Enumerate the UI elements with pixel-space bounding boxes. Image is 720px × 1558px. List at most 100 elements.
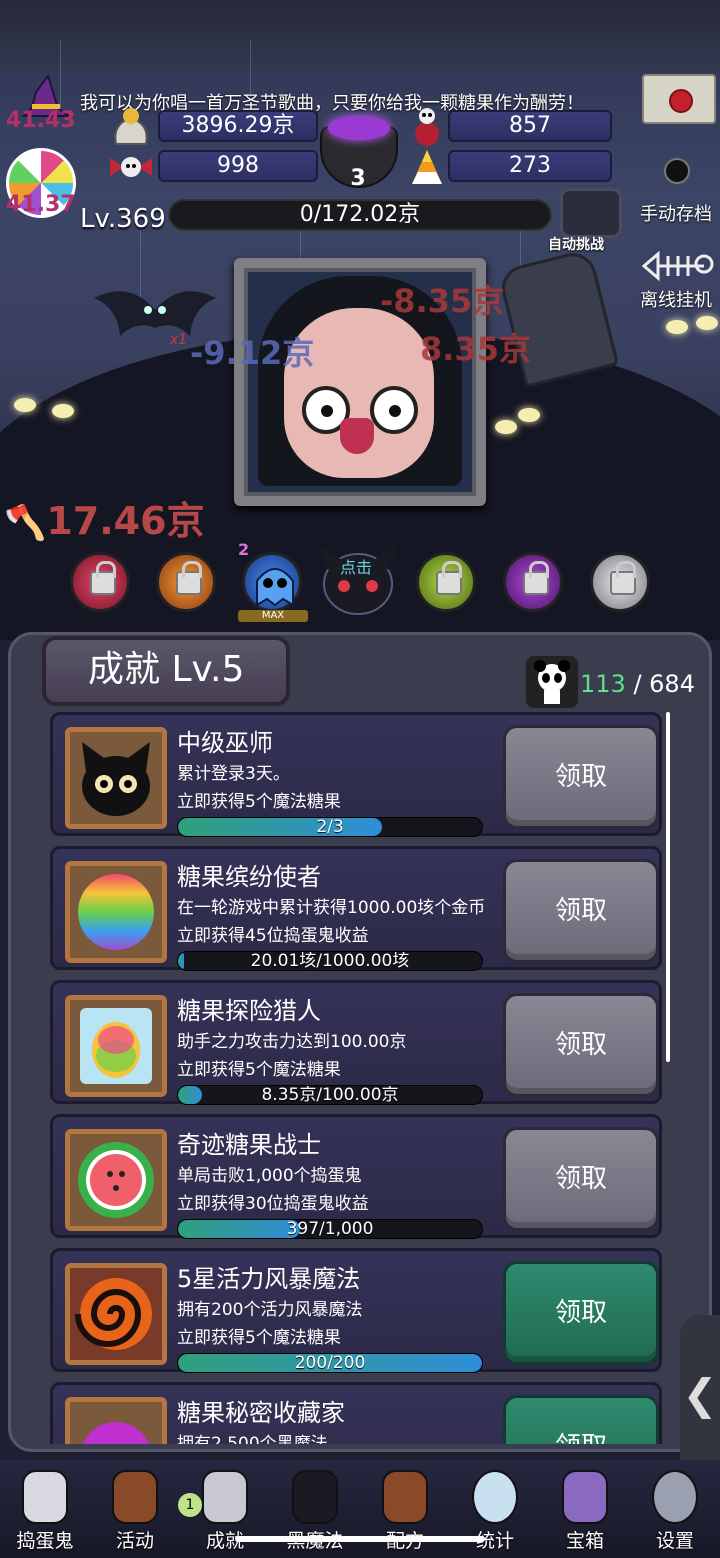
spider-icon (664, 158, 690, 184)
home-indicator (235, 1536, 485, 1542)
achievement-reward: 立即获得45位捣蛋鬼收益 (177, 926, 369, 946)
tap-attack-button[interactable]: 点击 (312, 540, 404, 620)
lock-icon (610, 561, 636, 595)
achievement-progress-text: 20.01垓/1000.00垓 (250, 951, 410, 971)
panda-icon (526, 656, 578, 708)
skill-orb-row: 2 MAX 点击 (0, 540, 720, 630)
claim-button[interactable]: 领取 (503, 1395, 659, 1444)
achievement-card: 5星活力风暴魔法拥有200个活力风暴魔法 立即获得5个魔法糖果 200/200 领取 (50, 1248, 662, 1373)
gold-counter: 3896.29京 (158, 110, 318, 142)
nav-events[interactable]: 活动 (90, 1460, 180, 1558)
achievement-requirement: 拥有200个活力风暴魔法 (177, 1300, 363, 1320)
chest-nav-icon (562, 1470, 608, 1524)
claim-button[interactable]: 领取 (503, 725, 659, 829)
collapse-arrow-button[interactable]: ❮ (680, 1315, 720, 1475)
claim-button[interactable]: 领取 (503, 1261, 659, 1365)
tap-label: 点击 (340, 558, 373, 577)
swirl-candy-icon (65, 1263, 167, 1365)
nav-chest[interactable]: 宝箱 (540, 1460, 630, 1558)
claim-button[interactable]: 领取 (503, 993, 659, 1097)
nav-settings[interactable]: 设置 (630, 1460, 720, 1558)
achievement-progress-bar: 20.01垓/1000.00垓 (177, 951, 483, 971)
nav-label: 捣蛋鬼 (16, 1530, 74, 1552)
nav-label: 宝箱 (565, 1530, 604, 1552)
fish-bone-icon (641, 250, 714, 282)
achievement-list[interactable]: 中级巫师 累计登录3天。 立即获得5个魔法糖果 2/3 领取 糖果缤纷使者 在一轮游戏中累计… (50, 712, 662, 1444)
claim-button[interactable]: 领取 (503, 859, 659, 963)
damage-text-1: -8.35京 (380, 282, 505, 320)
achievement-title: 糖果探险猎人 (177, 997, 321, 1025)
recipe-book-nav-icon (382, 1470, 428, 1524)
achievement-reward: 立即获得30位捣蛋鬼收益 (177, 1194, 369, 1214)
achievement-progress-bar: 397/1,000 (177, 1219, 483, 1239)
achievement-card: 中级巫师 累计登录3天。 立即获得5个魔法糖果 2/3 领取 (50, 712, 662, 837)
achievement-card: 糖果秘密收藏家拥有2,500个黑魔法 领取 (50, 1382, 662, 1444)
locked-skill-green[interactable] (416, 552, 476, 612)
locked-skill-purple[interactable] (503, 552, 563, 612)
nav-label: 活动 (115, 1530, 154, 1552)
max-badge: MAX (238, 610, 308, 622)
scene-top-backdrop (0, 0, 720, 75)
rainbow-candy-icon (65, 861, 167, 963)
potion-counter: 857 (448, 110, 612, 142)
achievement-reward: 立即获得5个魔法糖果 (177, 1060, 341, 1080)
cupcake-nav-icon (112, 1470, 158, 1524)
achievement-progress-bar: 200/200 (177, 1353, 483, 1373)
player-level: Lv.369 (80, 204, 166, 234)
panel-title: 成就 Lv.5 (42, 636, 290, 706)
exp-bar: 0/172.02京 (168, 199, 552, 231)
ghost-skill-blue[interactable] (242, 552, 302, 612)
ghost-nav-icon (22, 1470, 68, 1524)
enemy-mouth (340, 418, 374, 454)
donut-icon (65, 1397, 167, 1444)
lock-icon (176, 561, 202, 595)
wrapped-candy-icon (65, 995, 167, 1097)
achievement-reward: 立即获得5个魔法糖果 (177, 1328, 341, 1348)
achievement-title: 5星活力风暴魔法 (177, 1265, 361, 1293)
locked-skill-white[interactable] (590, 552, 650, 612)
locked-skill-orange[interactable] (156, 552, 216, 612)
auto-challenge-label: 自动挑战 (548, 237, 604, 253)
axe-damage: 🪓17.46京 (4, 499, 205, 543)
scrollbar[interactable] (666, 712, 670, 1062)
achievement-requirement: 在一轮游戏中累计获得1000.00垓个金币 (177, 898, 486, 918)
black-cat-tap-icon (318, 544, 398, 615)
achievement-requirement: 助手之力攻击力达到100.00京 (177, 1032, 407, 1052)
achievement-reward: 立即获得5个魔法糖果 (177, 792, 341, 812)
nav-black-magic[interactable]: 黑魔法 (270, 1460, 360, 1558)
achievement-badge: 1 (178, 1493, 202, 1517)
hat-value: 41.43 (6, 108, 76, 133)
achievement-requirement: 单局击败1,000个捣蛋鬼 (177, 1166, 362, 1186)
auto-challenge-toggle[interactable] (560, 188, 622, 238)
nav-stats[interactable]: 统计 (450, 1460, 540, 1558)
achievement-progress-text: 200/200 (294, 1353, 366, 1373)
black-cat-icon (65, 727, 167, 829)
lock-icon (436, 561, 462, 595)
claim-button[interactable]: 领取 (503, 1127, 659, 1231)
achievement-title: 奇迹糖果战士 (177, 1131, 321, 1159)
crystal-ball-nav-icon (472, 1470, 518, 1524)
lollipop-value: 41.37 (6, 192, 76, 217)
enemy-right-eye (370, 386, 418, 434)
locked-skill-red[interactable] (70, 552, 130, 612)
bottom-nav: 捣蛋鬼活动成就黑魔法配方统计宝箱设置 (0, 1460, 720, 1558)
offline-idle-button[interactable]: 离线挂机 (640, 286, 712, 312)
achievement-requirement: 拥有2,500个黑魔法 (177, 1434, 328, 1444)
nav-recipes[interactable]: 配方 (360, 1460, 450, 1558)
lock-icon (90, 561, 116, 595)
damage-text-3: 8.35京 (420, 330, 531, 368)
achievement-title: 中级巫师 (177, 729, 273, 757)
achievement-card: 糖果缤纷使者 在一轮游戏中累计获得1000.00垓个金币 立即获得45位捣蛋鬼收益 2… (50, 846, 662, 971)
achievement-counter: 113 / 684 (580, 670, 695, 698)
achievement-progress-bar: 8.35京/100.00京 (177, 1085, 483, 1105)
achievement-progress-text: 8.35京/100.00京 (261, 1085, 399, 1105)
black-cat-nav-icon (292, 1470, 338, 1524)
manual-save-button[interactable]: 手动存档 (640, 200, 712, 226)
achievement-card: 奇迹糖果战士单局击败1,000个捣蛋鬼 立即获得30位捣蛋鬼收益 397/1,000… (50, 1114, 662, 1239)
bat-multiplier: x1 (170, 332, 188, 348)
mail-letter-icon[interactable] (642, 74, 716, 124)
skull-bow-candy-icon (110, 157, 152, 177)
watermelon-candy-icon (65, 1129, 167, 1231)
damage-text-2: -9.12京 (190, 334, 315, 372)
nav-tricksters[interactable]: 捣蛋鬼 (0, 1460, 90, 1558)
